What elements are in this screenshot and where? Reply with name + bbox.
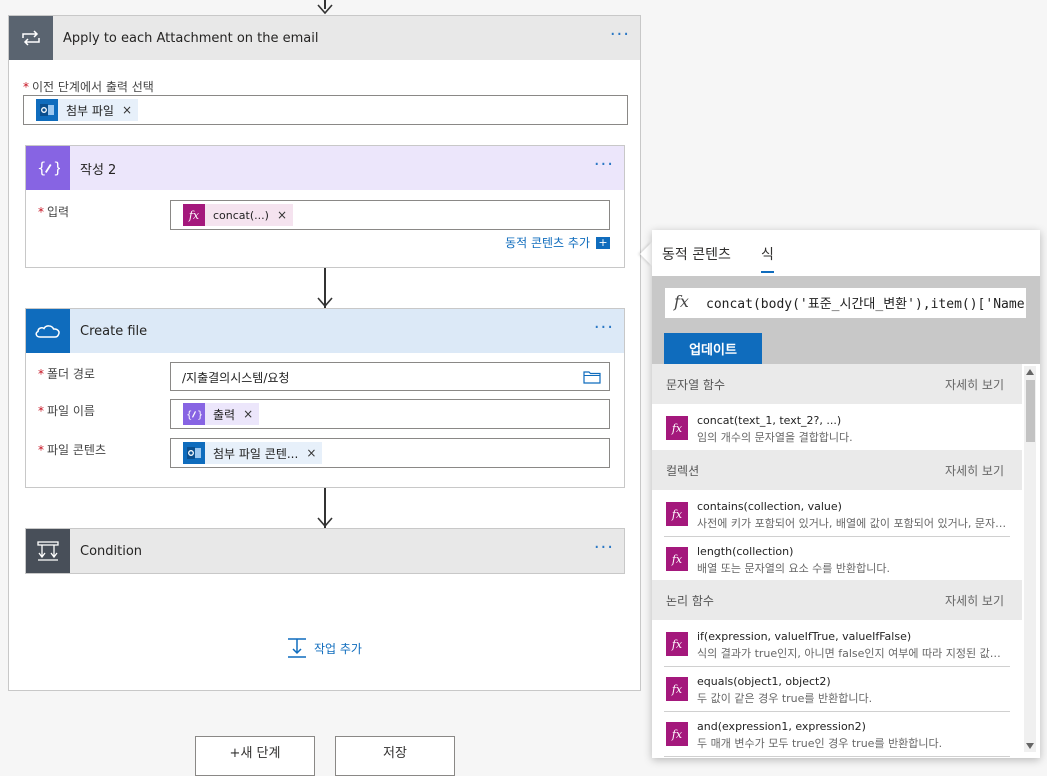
scroll-up-icon[interactable]: [1026, 369, 1034, 375]
connector-arrow-icon: [317, 297, 333, 308]
save-button[interactable]: 저장: [335, 736, 455, 776]
condition-header[interactable]: Condition ···: [26, 529, 624, 573]
onedrive-icon: [26, 309, 70, 353]
expression-text: concat(body('표준_시간대_변환'),item()['Name']): [706, 297, 1027, 312]
see-more-collection-link[interactable]: 자세히 보기: [945, 462, 1004, 479]
concat-token[interactable]: fx concat(...) ×: [183, 204, 293, 226]
tab-expression[interactable]: 식: [761, 244, 774, 273]
output-token-label: 출력: [213, 407, 236, 422]
attachment-content-token[interactable]: 첨부 파일 콘텐... ×: [183, 442, 323, 464]
function-item-if[interactable]: fx if(expression, valueIfTrue, valueIfFa…: [664, 622, 1010, 667]
apply-to-each-title: Apply to each Attachment on the email: [63, 30, 319, 46]
see-more-logical-link[interactable]: 자세히 보기: [945, 592, 1004, 609]
condition-icon: [26, 529, 70, 573]
select-output-label: * 이전 단계에서 출력 선택: [23, 80, 154, 94]
add-action-label: 작업 추가: [314, 641, 362, 656]
condition-menu-button[interactable]: ···: [594, 539, 614, 557]
concat-token-label: concat(...): [213, 208, 269, 222]
top-arrow-icon: [317, 4, 333, 15]
expression-panel: 동적 콘텐츠 식 fx concat(body('표준_시간대_변환'),ite…: [652, 230, 1040, 758]
function-item-equals[interactable]: fx equals(object1, object2) 두 값이 같은 경우 t…: [664, 667, 1010, 712]
compose-input-label: * 입력: [38, 205, 70, 219]
select-output-input[interactable]: 첨부 파일 ×: [23, 95, 628, 125]
scrollbar-thumb[interactable]: [1026, 380, 1035, 442]
function-item-contains[interactable]: fx contains(collection, value) 사전에 키가 포함…: [664, 492, 1010, 537]
attachment-content-token-remove-icon[interactable]: ×: [306, 446, 316, 460]
compose-icon: {}: [26, 146, 70, 190]
section-collection: 컬렉션 자세히 보기: [652, 450, 1022, 490]
folder-path-value: /지출결의시스템/요청: [182, 371, 290, 385]
tab-dynamic-content[interactable]: 동적 콘텐츠: [662, 244, 731, 264]
concat-token-remove-icon[interactable]: ×: [277, 208, 287, 222]
file-name-label: * 파일 이름: [38, 404, 95, 418]
svg-text:}: }: [197, 410, 202, 421]
add-dynamic-content-plus-icon: +: [596, 236, 610, 249]
folder-path-input[interactable]: /지출결의시스템/요청: [170, 362, 610, 391]
function-item-concat[interactable]: fx concat(text_1, text_2?, ...) 임의 개수의 문…: [664, 406, 1010, 451]
apply-to-each-header[interactable]: Apply to each Attachment on the email ··…: [9, 16, 640, 60]
loop-icon: [9, 16, 53, 60]
compose-input[interactable]: fx concat(...) ×: [170, 200, 610, 230]
add-action-icon: [288, 638, 306, 658]
function-item-and[interactable]: fx and(expression1, expression2) 두 매개 변수…: [664, 712, 1010, 757]
outlook-icon: [36, 99, 58, 121]
outlook-token-icon: [183, 442, 205, 464]
file-content-input[interactable]: 첨부 파일 콘텐... ×: [170, 438, 610, 468]
fx-icon: fx: [666, 502, 688, 526]
add-action-button[interactable]: 작업 추가: [287, 637, 362, 659]
fx-icon: fx: [666, 722, 688, 746]
add-dynamic-content-link[interactable]: 동적 콘텐츠 추가 +: [505, 234, 610, 251]
expression-input[interactable]: fx concat(body('표준_시간대_변환'),item()['Name…: [664, 287, 1027, 319]
compose-title: 작성 2: [80, 162, 117, 178]
fx-icon: fx: [666, 547, 688, 571]
folder-picker-icon[interactable]: [583, 369, 601, 384]
compose-card: {} 작성 2 ··· *입력 fx concat(...) × 동적 콘텐츠 …: [25, 145, 625, 268]
expression-panel-pointer: [640, 242, 652, 266]
attachments-token[interactable]: 첨부 파일 ×: [36, 99, 139, 121]
output-token-remove-icon[interactable]: ×: [243, 407, 253, 421]
svg-text:}: }: [53, 159, 60, 177]
expression-editor-area: fx concat(body('표준_시간대_변환'),item()['Name…: [652, 276, 1040, 364]
create-file-header[interactable]: Create file ···: [26, 309, 624, 353]
fx-icon: fx: [666, 416, 688, 440]
apply-to-each-card: Apply to each Attachment on the email ··…: [8, 15, 641, 691]
attachments-token-remove-icon[interactable]: ×: [122, 103, 132, 117]
connector-arrow-icon: [317, 517, 333, 528]
function-item-length[interactable]: fx length(collection) 배열 또는 문자열의 요소 수를 반…: [664, 537, 1010, 582]
create-file-card: Create file ··· * 폴더 경로 /지출결의시스템/요청 * 파일 이…: [25, 308, 625, 488]
file-content-label: * 파일 콘텐츠: [38, 443, 107, 457]
attachment-content-token-label: 첨부 파일 콘텐...: [213, 446, 299, 461]
create-file-menu-button[interactable]: ···: [594, 319, 614, 337]
apply-to-each-menu-button[interactable]: ···: [610, 26, 630, 44]
condition-card: Condition ···: [25, 528, 625, 574]
scroll-down-icon[interactable]: [1026, 743, 1034, 749]
compose-menu-button[interactable]: ···: [594, 156, 614, 174]
svg-text:{: {: [186, 410, 192, 421]
file-name-input[interactable]: {} 출력 ×: [170, 399, 610, 429]
output-token[interactable]: {} 출력 ×: [183, 403, 260, 425]
attachments-token-label: 첨부 파일: [66, 103, 114, 118]
new-step-button[interactable]: +새 단계: [195, 736, 315, 776]
section-logical-functions: 논리 함수 자세히 보기: [652, 580, 1022, 620]
compose-header[interactable]: {} 작성 2 ···: [26, 146, 624, 190]
compose-token-icon: {}: [183, 403, 205, 425]
function-list-scrollbar[interactable]: [1024, 366, 1036, 752]
update-button[interactable]: 업데이트: [664, 333, 762, 364]
fx-icon: fx: [666, 632, 688, 656]
fx-icon: fx: [666, 677, 688, 701]
expression-fx-icon: fx: [674, 292, 689, 311]
folder-path-label: * 폴더 경로: [38, 367, 95, 381]
function-list: 문자열 함수 자세히 보기 fx concat(text_1, text_2?,…: [652, 364, 1022, 758]
section-string-functions: 문자열 함수 자세히 보기: [652, 364, 1022, 404]
create-file-title: Create file: [80, 323, 148, 339]
svg-text:{: {: [37, 159, 47, 177]
see-more-string-link[interactable]: 자세히 보기: [945, 376, 1004, 393]
fx-icon: fx: [183, 204, 205, 226]
condition-title: Condition: [80, 543, 143, 559]
